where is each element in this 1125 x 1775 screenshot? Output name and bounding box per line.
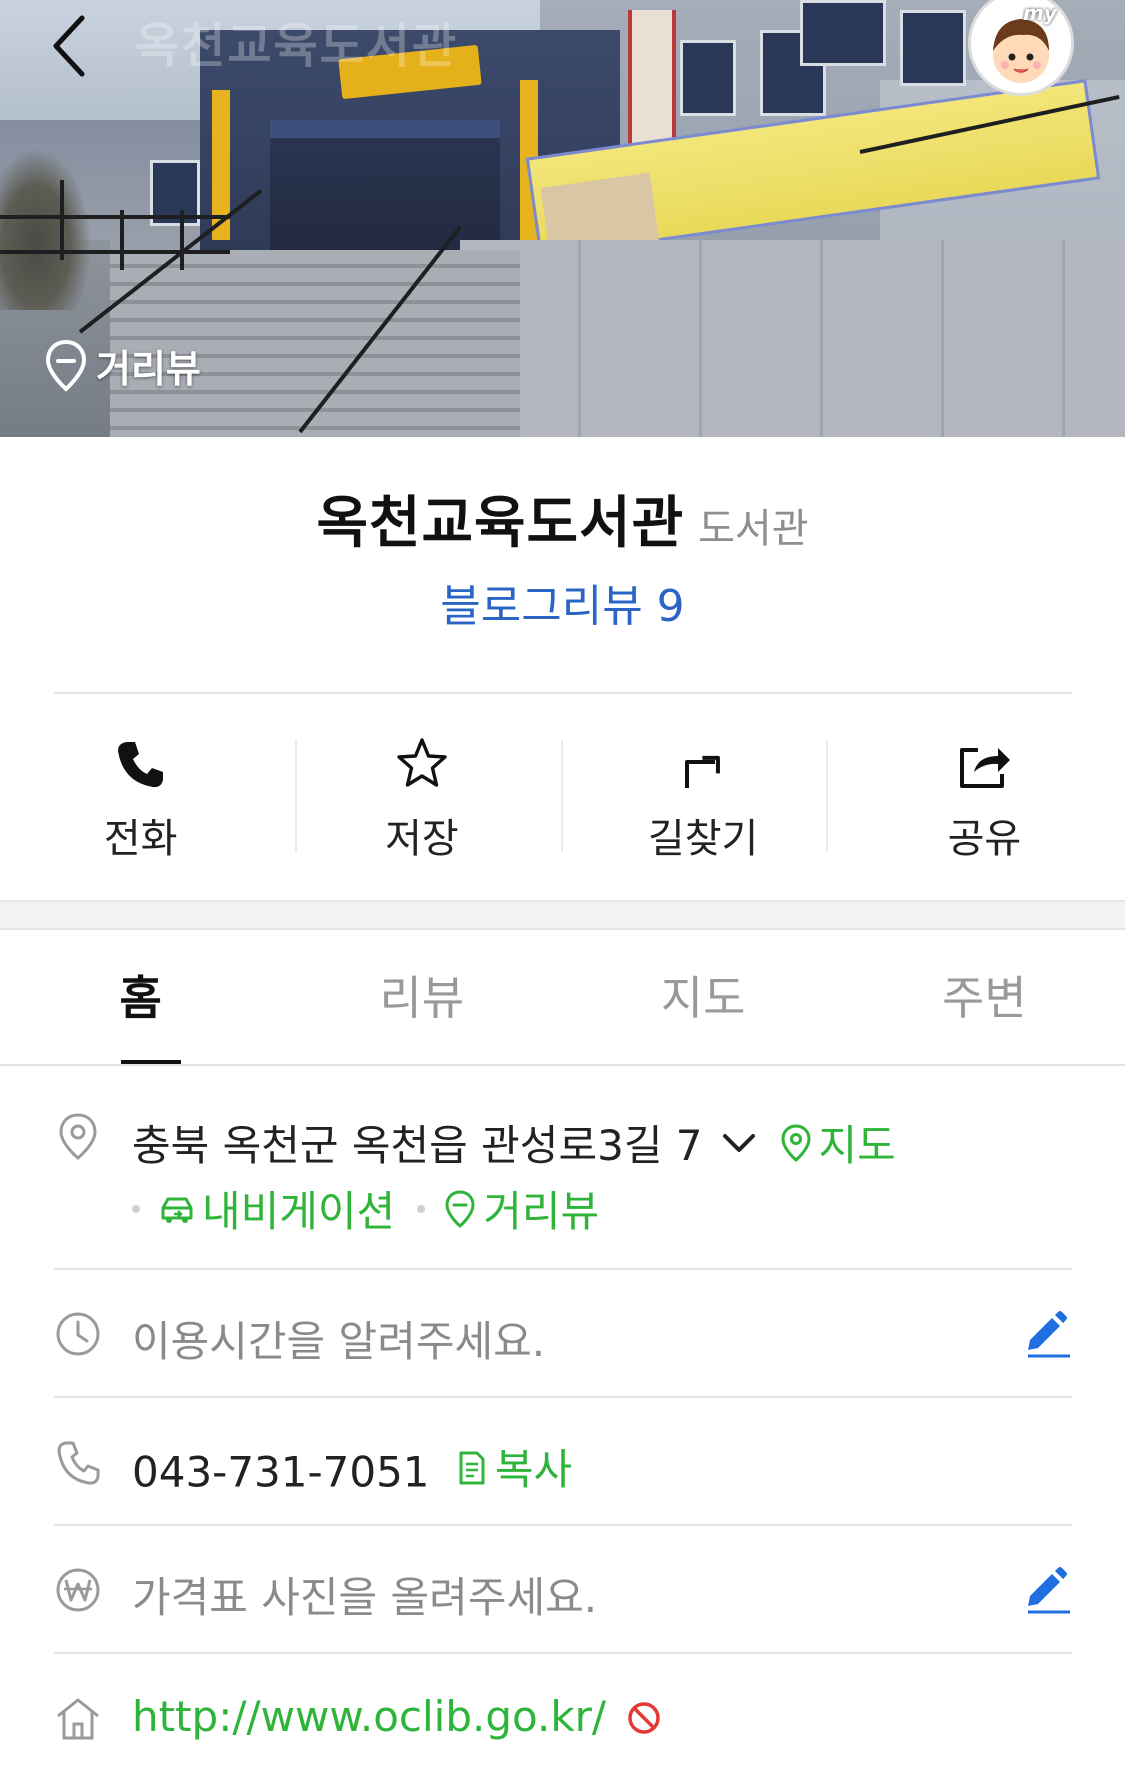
phone-row: 043-731-7051 복사 (132, 1436, 572, 1497)
call-button[interactable]: 전화 (0, 700, 281, 900)
save-label: 저장 (385, 816, 459, 862)
map-link-label: 지도 (818, 1121, 896, 1170)
tab-review[interactable]: 리뷰 (281, 928, 562, 1062)
directions-button[interactable]: 길찾기 (563, 700, 844, 900)
call-label: 전화 (103, 816, 178, 862)
divider (54, 1652, 1072, 1654)
price-placeholder: 가격표 사진을 올려주세요. (132, 1573, 598, 1622)
divider (54, 1396, 1072, 1398)
place-name: 옥천교육도서관 (316, 491, 685, 556)
phone-icon (117, 742, 163, 788)
street-view-link-label: 거리뷰 (483, 1187, 600, 1236)
back-button[interactable] (44, 8, 104, 78)
action-separator (826, 740, 828, 852)
share-button[interactable]: 공유 (844, 700, 1125, 900)
website-link[interactable]: http://www.oclib.go.kr/ (132, 1692, 606, 1741)
photo-railing (0, 250, 230, 254)
copy-label: 복사 (494, 1445, 573, 1494)
save-button[interactable]: 저장 (281, 700, 562, 900)
copy-icon (459, 1451, 485, 1484)
blog-review-link[interactable]: 블로그리뷰 9 (0, 570, 1125, 634)
tab-nearby[interactable]: 주변 (844, 928, 1125, 1062)
share-icon (960, 748, 1011, 788)
street-view-button[interactable]: 거리뷰 (44, 338, 201, 393)
bullet-dot (417, 1204, 426, 1213)
divider (54, 692, 1072, 694)
avatar-badge-text: my (1023, 1, 1057, 25)
tab-bar-border (0, 1064, 1125, 1066)
directions-label: 길찾기 (647, 816, 759, 862)
photo-tree (0, 150, 90, 310)
street-view-pin-icon (445, 1189, 475, 1228)
map-pin-icon (781, 1123, 811, 1162)
navigation-label: 내비게이션 (202, 1187, 396, 1236)
divider (54, 1268, 1072, 1270)
hero-ghost-title: 옥천교육도서관 (135, 18, 459, 74)
photo-railing-post (120, 210, 124, 270)
tab-map[interactable]: 지도 (563, 928, 844, 1062)
tab-bar: 홈 리뷰 지도 주변 (0, 928, 1125, 1062)
photo-stone-wall (460, 240, 1125, 437)
photo-railing-post (60, 180, 64, 260)
navigation-link[interactable]: 내비게이션 (158, 1178, 395, 1239)
bullet-dot (132, 1204, 140, 1213)
street-view-link[interactable]: 거리뷰 (443, 1178, 599, 1239)
address-links: 내비게이션 거리뷰 (132, 1178, 599, 1239)
website-row: http://www.oclib.go.kr/ (132, 1692, 663, 1741)
tab-home[interactable]: 홈 (0, 928, 281, 1062)
action-bar: 전화 저장 길찾기 공유 (0, 700, 1125, 900)
won-currency-icon (56, 1568, 100, 1612)
street-view-label: 거리뷰 (96, 347, 201, 391)
address-row: 충북 옥천군 옥천읍 관성로3길 7 지도 (132, 1112, 896, 1173)
location-pin-icon (59, 1113, 97, 1160)
photo-window (680, 40, 736, 116)
photo-window (800, 0, 886, 66)
edit-hours-pencil-icon[interactable] (1020, 1306, 1072, 1358)
photo-window (900, 10, 966, 86)
action-separator (561, 740, 563, 852)
chevron-left-icon (53, 15, 85, 77)
directions-icon (685, 755, 721, 788)
map-link[interactable]: 지도 (779, 1112, 896, 1173)
section-gap (0, 900, 1125, 930)
place-header: 옥천교육도서관 도서관 (0, 478, 1125, 559)
photo-railing (0, 215, 230, 219)
home-icon (57, 1698, 99, 1740)
photo-railing-post (180, 210, 184, 270)
phone-number[interactable]: 043-731-7051 (132, 1448, 430, 1497)
action-separator (295, 740, 297, 852)
star-icon (397, 738, 447, 787)
phone-outline-icon (57, 1441, 100, 1485)
map-pin-icon (45, 339, 87, 392)
share-label: 공유 (947, 816, 1022, 862)
hours-placeholder: 이용시간을 알려주세요. (132, 1317, 546, 1366)
car-icon (161, 1197, 193, 1223)
blocked-icon (628, 1702, 661, 1734)
divider (54, 1524, 1072, 1526)
address-text: 충북 옥천군 옥천읍 관성로3길 7 (132, 1121, 703, 1170)
clock-icon (56, 1312, 100, 1356)
place-category: 도서관 (698, 506, 809, 552)
copy-phone-button[interactable]: 복사 (455, 1436, 572, 1497)
chevron-down-icon[interactable] (719, 1123, 759, 1163)
edit-price-pencil-icon[interactable] (1020, 1562, 1072, 1614)
